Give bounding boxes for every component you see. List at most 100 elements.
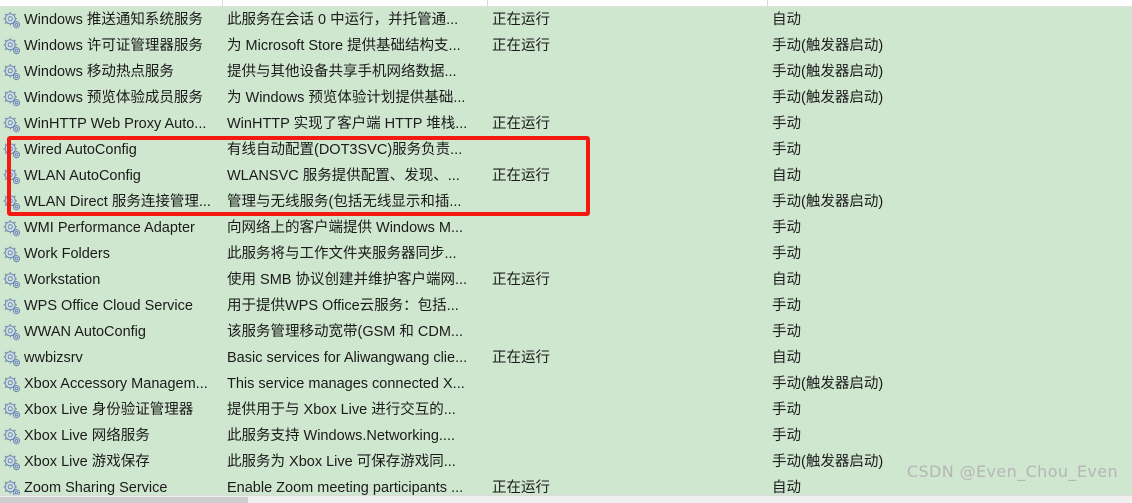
service-description-cell: 此服务支持 Windows.Networking.... (227, 428, 456, 444)
service-startup-cell: 自动 (772, 350, 801, 366)
service-description-cell: WLANSVC 服务提供配置、发现、... (227, 168, 460, 184)
scrollbar-thumb[interactable] (0, 497, 248, 503)
service-description-cell: 有线自动配置(DOT3SVC)服务负责... (227, 142, 463, 158)
service-name-cell: WLAN Direct 服务连接管理... (24, 194, 211, 210)
services-table-body: Windows 推送通知系统服务 此服务在会话 0 中运行，并托管通... 正在运行… (0, 7, 1132, 501)
services-gear-icon (3, 220, 21, 237)
services-gear-icon (3, 194, 21, 211)
column-divider-status[interactable] (767, 0, 768, 7)
service-startup-cell: 手动 (772, 298, 801, 314)
table-row[interactable]: wwbizsrv Basic services for Aliwangwang c… (0, 345, 1132, 371)
horizontal-scrollbar[interactable] (0, 495, 1132, 503)
column-divider-description[interactable] (487, 0, 488, 7)
table-row[interactable]: Windows 许可证管理器服务 为 Microsoft Store 提供基础结构… (0, 33, 1132, 59)
service-description-cell: This service manages connected X... (227, 376, 465, 392)
table-row[interactable]: WLAN AutoConfig WLANSVC 服务提供配置、发现、... 正在运行… (0, 163, 1132, 189)
service-status-cell: 正在运行 (492, 272, 550, 288)
service-status-cell: 正在运行 (492, 116, 550, 132)
service-status-cell: 正在运行 (492, 350, 550, 366)
service-startup-cell: 手动(触发器启动) (772, 64, 884, 80)
service-name-cell: WPS Office Cloud Service (24, 298, 193, 314)
csdn-watermark: CSDN @Even_Chou_Even (906, 462, 1118, 481)
table-row[interactable]: Work Folders 此服务将与工作文件夹服务器同步... 手动 (0, 241, 1132, 267)
service-startup-cell: 手动 (772, 428, 801, 444)
service-description-cell: 提供用于与 Xbox Live 进行交互的... (227, 402, 456, 418)
service-description-cell: 此服务将与工作文件夹服务器同步... (227, 246, 457, 262)
services-gear-icon (3, 246, 21, 263)
services-list-panel: Windows 推送通知系统服务 此服务在会话 0 中运行，并托管通... 正在运行… (0, 0, 1132, 503)
service-description-cell: 使用 SMB 协议创建并维护客户端网... (227, 272, 468, 288)
table-row[interactable]: Xbox Live 网络服务 此服务支持 Windows.Networking..… (0, 423, 1132, 449)
service-name-cell: Workstation (24, 272, 101, 288)
service-description-cell: Basic services for Aliwangwang clie... (227, 350, 468, 366)
services-gear-icon (3, 402, 21, 419)
table-row[interactable]: WWAN AutoConfig 该服务管理移动宽带(GSM 和 CDM... 手动 (0, 319, 1132, 345)
services-gear-icon (3, 272, 21, 289)
service-description-cell: 为 Windows 预览体验计划提供基础... (227, 90, 466, 106)
service-name-cell: Xbox Live 游戏保存 (24, 454, 150, 470)
service-name-cell: Work Folders (24, 246, 110, 262)
service-name-cell: Xbox Accessory Managem... (24, 376, 208, 392)
service-description-cell: 管理与无线服务(包括无线显示和插... (227, 194, 462, 210)
services-gear-icon (3, 116, 21, 133)
table-row[interactable]: Xbox Accessory Managem... This service ma… (0, 371, 1132, 397)
table-row[interactable]: WLAN Direct 服务连接管理... 管理与无线服务(包括无线显示和插...… (0, 189, 1132, 215)
services-gear-icon (3, 12, 21, 29)
service-name-cell: Xbox Live 网络服务 (24, 428, 150, 444)
table-row[interactable]: Wired AutoConfig 有线自动配置(DOT3SVC)服务负责... 手动 (0, 137, 1132, 163)
service-name-cell: Xbox Live 身份验证管理器 (24, 402, 194, 418)
table-row[interactable]: Windows 推送通知系统服务 此服务在会话 0 中运行，并托管通... 正在运行… (0, 7, 1132, 33)
service-description-cell: 此服务在会话 0 中运行，并托管通... (227, 12, 459, 28)
service-name-cell: Windows 推送通知系统服务 (24, 12, 203, 28)
service-name-cell: Windows 移动热点服务 (24, 64, 174, 80)
service-status-cell: 正在运行 (492, 168, 550, 184)
service-description-cell: 用于提供WPS Office云服务：包括... (227, 298, 459, 314)
table-row[interactable]: Workstation 使用 SMB 协议创建并维护客户端网... 正在运行 自动 (0, 267, 1132, 293)
service-name-cell: WinHTTP Web Proxy Auto... (24, 116, 207, 132)
services-gear-icon (3, 64, 21, 81)
service-description-cell: 该服务管理移动宽带(GSM 和 CDM... (227, 324, 464, 340)
service-startup-cell: 手动 (772, 246, 801, 262)
service-status-cell: 正在运行 (492, 12, 550, 28)
table-row[interactable]: WMI Performance Adapter 向网络上的客户端提供 Window… (0, 215, 1132, 241)
service-startup-cell: 自动 (772, 168, 801, 184)
service-description-cell: WinHTTP 实现了客户端 HTTP 堆栈... (227, 116, 468, 132)
services-gear-icon (3, 376, 21, 393)
service-startup-cell: 手动(触发器启动) (772, 376, 884, 392)
table-row[interactable]: WinHTTP Web Proxy Auto... WinHTTP 实现了客户端 … (0, 111, 1132, 137)
service-startup-cell: 手动(触发器启动) (772, 90, 884, 106)
service-startup-cell: 手动(触发器启动) (772, 194, 884, 210)
services-gear-icon (3, 168, 21, 185)
service-startup-cell: 手动 (772, 402, 801, 418)
service-startup-cell: 手动 (772, 116, 801, 132)
services-gear-icon (3, 428, 21, 445)
service-startup-cell: 手动 (772, 142, 801, 158)
service-startup-cell: 自动 (772, 12, 801, 28)
table-row[interactable]: Xbox Live 身份验证管理器 提供用于与 Xbox Live 进行交互的..… (0, 397, 1132, 423)
service-name-cell: wwbizsrv (24, 350, 83, 366)
column-divider-name[interactable] (222, 0, 223, 7)
service-name-cell: WWAN AutoConfig (24, 324, 146, 340)
service-name-cell: Windows 预览体验成员服务 (24, 90, 203, 106)
service-name-cell: WLAN AutoConfig (24, 168, 141, 184)
service-name-cell: Wired AutoConfig (24, 142, 137, 158)
services-gear-icon (3, 142, 21, 159)
column-header-strip (0, 0, 1132, 7)
service-name-cell: Windows 许可证管理器服务 (24, 38, 203, 54)
services-gear-icon (3, 454, 21, 471)
service-description-cell: 此服务为 Xbox Live 可保存游戏同... (227, 454, 456, 470)
service-startup-cell: 自动 (772, 272, 801, 288)
services-gear-icon (3, 324, 21, 341)
table-row[interactable]: Windows 预览体验成员服务 为 Windows 预览体验计划提供基础... 手… (0, 85, 1132, 111)
service-startup-cell: 手动 (772, 220, 801, 236)
services-gear-icon (3, 298, 21, 315)
service-startup-cell: 手动 (772, 324, 801, 340)
service-name-cell: WMI Performance Adapter (24, 220, 195, 236)
table-row[interactable]: Windows 移动热点服务 提供与其他设备共享手机网络数据... 手动(触发器启动… (0, 59, 1132, 85)
table-row[interactable]: WPS Office Cloud Service 用于提供WPS Office云服… (0, 293, 1132, 319)
service-status-cell: 正在运行 (492, 38, 550, 54)
services-gear-icon (3, 350, 21, 367)
service-startup-cell: 手动(触发器启动) (772, 38, 884, 54)
services-gear-icon (3, 90, 21, 107)
service-description-cell: 提供与其他设备共享手机网络数据... (227, 64, 457, 80)
